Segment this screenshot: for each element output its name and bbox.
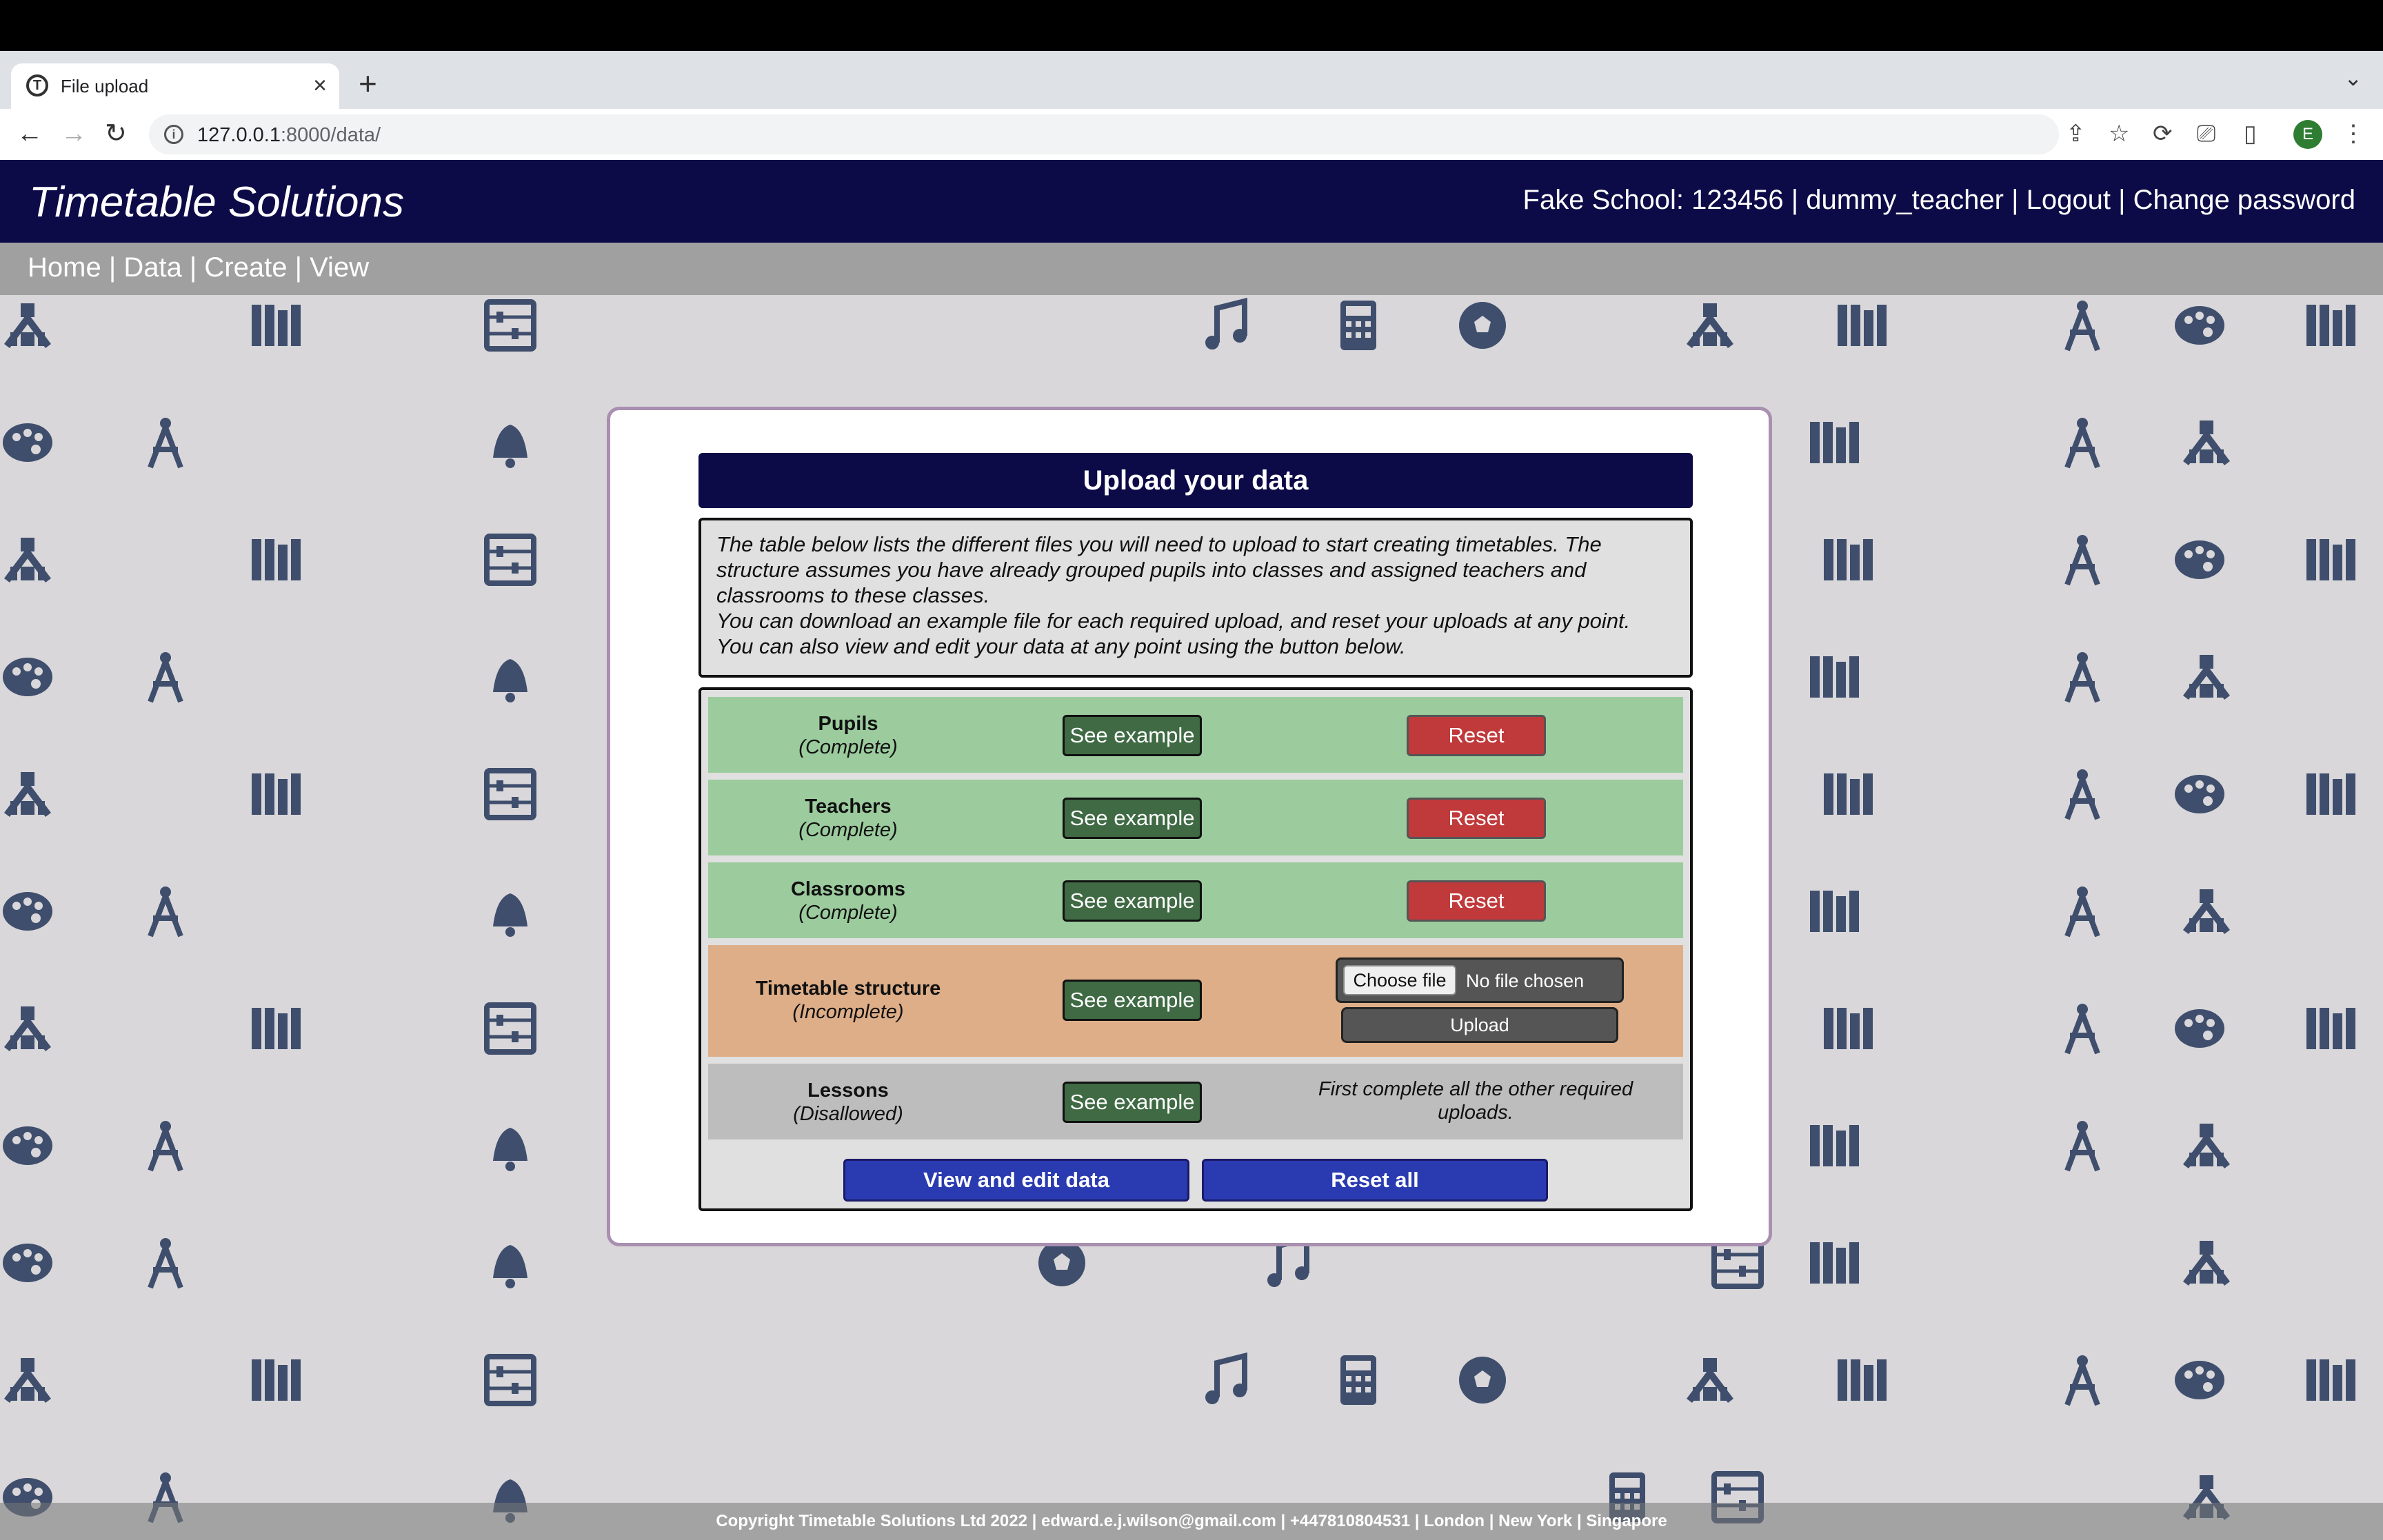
row-name: Teachers bbox=[805, 796, 892, 818]
app-header: Timetable Solutions Fake School: 123456 … bbox=[0, 160, 2383, 243]
see-example-button[interactable]: See example bbox=[1063, 880, 1202, 922]
upload-button[interactable]: Upload bbox=[1341, 1007, 1618, 1043]
address-bar[interactable]: i 127.0.0.1:8000/data/ bbox=[149, 114, 2059, 154]
new-tab-icon[interactable]: + bbox=[359, 66, 377, 101]
intro-paragraph: You can download an example file for eac… bbox=[716, 609, 1631, 633]
reset-button[interactable]: Reset bbox=[1407, 715, 1546, 756]
row-label: Classrooms (Complete) bbox=[708, 878, 988, 924]
row-label: Pupils (Complete) bbox=[708, 712, 988, 759]
close-tab-icon[interactable]: × bbox=[313, 72, 327, 99]
url-path: :8000/data/ bbox=[280, 124, 381, 146]
row-name: Classrooms bbox=[790, 878, 905, 900]
row-name: Lessons bbox=[807, 1080, 889, 1102]
no-file-label: No file chosen bbox=[1466, 971, 1585, 991]
upload-row-teachers: Teachers (Complete) See example Reset bbox=[708, 780, 1683, 855]
extension-icon[interactable]: ⟳ bbox=[2153, 119, 2173, 149]
row-name: Timetable structure bbox=[755, 977, 941, 1000]
tab-search-chevron-icon[interactable]: ⌄ bbox=[2344, 65, 2362, 91]
file-input[interactable]: Choose file No file chosen bbox=[1336, 958, 1624, 1003]
upload-row-lessons: Lessons (Disallowed) See example First c… bbox=[708, 1064, 1683, 1139]
row-status: (Disallowed) bbox=[793, 1103, 903, 1125]
page-viewport: Timetable Solutions Fake School: 123456 … bbox=[0, 160, 2383, 1540]
row-status: (Incomplete) bbox=[792, 1001, 904, 1023]
browser-tab-strip: T File upload × + ⌄ bbox=[0, 51, 2383, 109]
url-text: 127.0.0.1:8000/data/ bbox=[197, 124, 381, 147]
reset-all-button[interactable]: Reset all bbox=[1202, 1159, 1548, 1202]
upload-row-pupils: Pupils (Complete) See example Reset bbox=[708, 697, 1683, 773]
upload-panel: Upload your data The table below lists t… bbox=[607, 407, 1772, 1246]
row-label: Teachers (Complete) bbox=[708, 795, 988, 842]
browser-tab-active[interactable]: T File upload × bbox=[11, 63, 339, 109]
page-footer: Copyright Timetable Solutions Ltd 2022 |… bbox=[0, 1503, 2383, 1540]
choose-file-button[interactable]: Choose file bbox=[1343, 965, 1456, 995]
forward-arrow-icon[interactable]: → bbox=[61, 117, 87, 150]
uploads-table: Pupils (Complete) See example Reset Teac… bbox=[698, 687, 1693, 1211]
reset-button[interactable]: Reset bbox=[1407, 880, 1546, 922]
cast-icon[interactable]: ⎚ bbox=[2197, 119, 2215, 149]
reload-icon[interactable]: ↻ bbox=[105, 117, 127, 150]
main-nav: Home | Data | Create | View bbox=[0, 243, 2383, 295]
row-label: Lessons (Disallowed) bbox=[708, 1079, 988, 1126]
row-status: (Complete) bbox=[798, 736, 898, 758]
see-example-button[interactable]: See example bbox=[1063, 980, 1202, 1021]
row-status: (Complete) bbox=[798, 819, 898, 841]
upload-row-classrooms: Classrooms (Complete) See example Reset bbox=[708, 862, 1683, 938]
back-arrow-icon[interactable]: ← bbox=[17, 117, 43, 150]
nav-links[interactable]: Home | Data | Create | View bbox=[28, 252, 369, 283]
see-example-button[interactable]: See example bbox=[1063, 1082, 1202, 1123]
account-links[interactable]: Fake School: 123456 | dummy_teacher | Lo… bbox=[1523, 185, 2355, 216]
row-status: (Complete) bbox=[798, 902, 898, 924]
see-example-button[interactable]: See example bbox=[1063, 715, 1202, 756]
disallowed-note: First complete all the other required up… bbox=[1318, 1078, 1633, 1124]
reset-button[interactable]: Reset bbox=[1407, 798, 1546, 839]
upload-row-timetable-structure: Timetable structure (Incomplete) See exa… bbox=[708, 945, 1683, 1057]
share-icon[interactable]: ⇪ bbox=[2066, 119, 2086, 149]
panel-title: Upload your data bbox=[698, 453, 1693, 508]
row-name: Pupils bbox=[818, 713, 878, 735]
os-top-bar bbox=[0, 0, 2383, 51]
site-favicon-icon: T bbox=[26, 74, 48, 97]
browser-menu-icon[interactable]: ⋮ bbox=[2342, 119, 2365, 149]
side-panel-icon[interactable]: ▯ bbox=[2244, 119, 2257, 149]
browser-toolbar: ← → ↻ i 127.0.0.1:8000/data/ ⇪ ☆ ⟳ ⎚ ▯ E… bbox=[0, 109, 2383, 161]
see-example-button[interactable]: See example bbox=[1063, 798, 1202, 839]
site-info-icon[interactable]: i bbox=[164, 125, 183, 144]
intro-paragraph: You can also view and edit your data at … bbox=[716, 634, 1406, 658]
row-label: Timetable structure (Incomplete) bbox=[708, 977, 988, 1024]
url-host: 127.0.0.1 bbox=[197, 124, 281, 146]
intro-paragraph: The table below lists the different file… bbox=[716, 532, 1602, 607]
view-edit-data-button[interactable]: View and edit data bbox=[843, 1159, 1189, 1202]
intro-text: The table below lists the different file… bbox=[698, 518, 1693, 678]
app-brand[interactable]: Timetable Solutions bbox=[29, 178, 404, 227]
tab-title: File upload bbox=[61, 76, 149, 97]
profile-avatar[interactable]: E bbox=[2293, 120, 2322, 149]
bookmark-star-icon[interactable]: ☆ bbox=[2109, 119, 2129, 149]
